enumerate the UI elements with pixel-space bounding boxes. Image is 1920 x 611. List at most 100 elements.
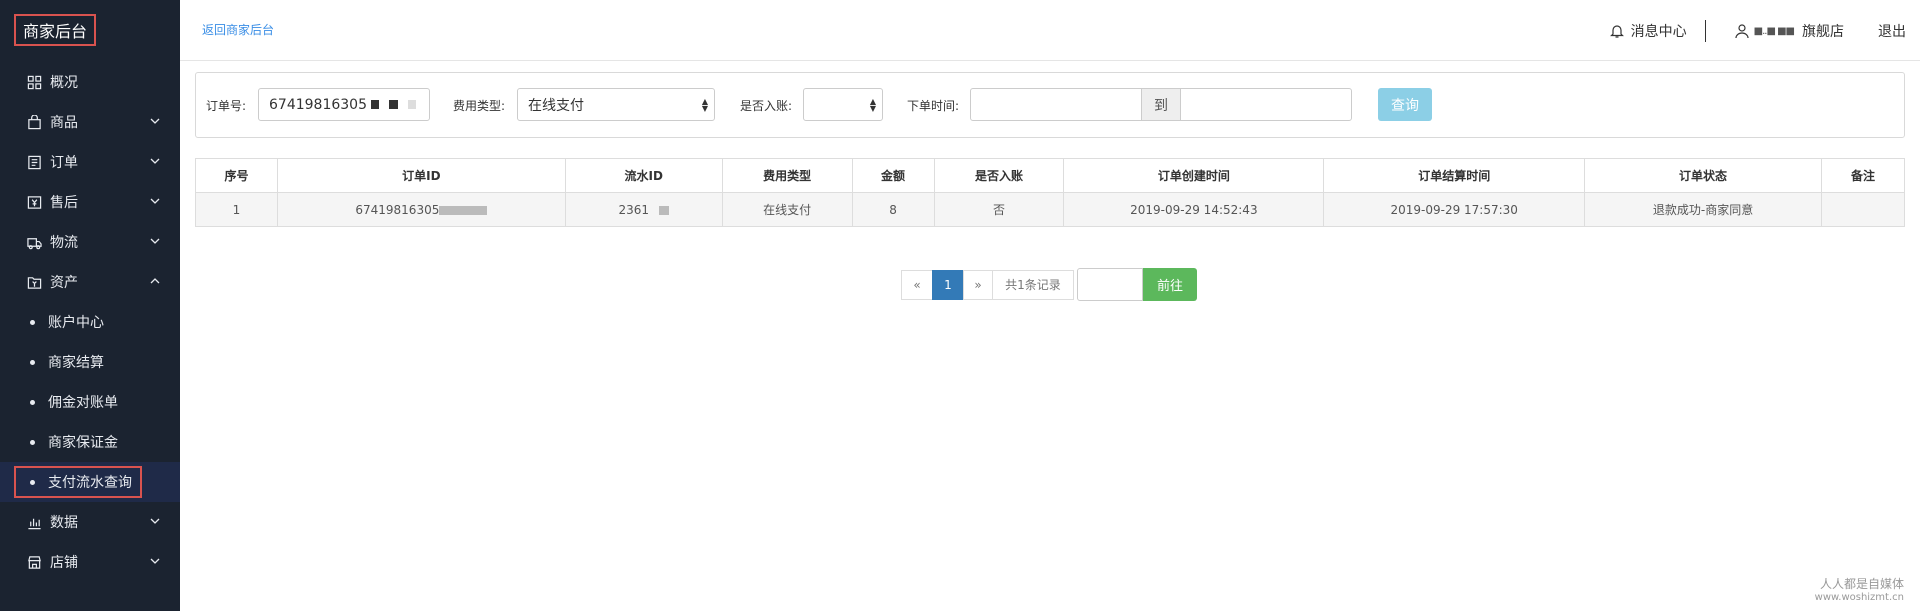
col-header-booked: 是否入账	[933, 158, 1065, 193]
table-header-row: 序号 订单ID 流水ID 费用类型 金额 是否入账 订单创建时间 订单结算时间 …	[195, 158, 1906, 193]
table-row: 1 67419816305 2361 在线支付 8 否 2019-09-29 1…	[195, 192, 1906, 227]
pagination: « 1 » 共1条记录 前往	[901, 268, 1197, 301]
col-header-index: 序号	[195, 158, 278, 193]
col-header-flow-id: 流水ID	[564, 158, 723, 193]
highlight-box	[14, 466, 142, 498]
cell-settled-time: 2019-09-29 17:57:30	[1323, 192, 1586, 227]
redacted-mark	[439, 205, 488, 215]
flow-id-text: 2361	[618, 202, 649, 217]
order-time-start-input[interactable]	[970, 88, 1142, 121]
sidebar-item-label: 订单	[50, 155, 78, 171]
yen-folder-icon	[26, 274, 42, 290]
sidebar-item-payment-flow[interactable]: 支付流水查询	[0, 462, 180, 502]
chevron-down-icon	[150, 158, 160, 164]
select-arrows-icon: ▲ ▼	[701, 97, 708, 113]
redacted-mark	[388, 100, 398, 109]
fee-type-label: 费用类型:	[453, 99, 506, 113]
sidebar-item-commission-statement[interactable]: 佣金对账单	[0, 382, 180, 422]
booked-label: 是否入账:	[740, 99, 793, 113]
total-records: 共1条记录	[992, 269, 1074, 300]
sidebar-item-label: 概况	[50, 75, 78, 91]
store-icon	[26, 554, 42, 570]
cell-booked: 否	[933, 192, 1065, 227]
sidebar-item-label: 售后	[50, 195, 78, 211]
sidebar-item-label: 资产	[50, 275, 78, 291]
col-header-settled-time: 订单结算时间	[1323, 158, 1586, 193]
user-icon	[1735, 24, 1749, 39]
bullet-icon	[30, 319, 35, 325]
chevron-down-icon	[150, 238, 160, 244]
sidebar-item-label: 商家保证金	[48, 435, 118, 451]
chevron-down-icon	[150, 118, 160, 124]
sidebar-item-store[interactable]: 店铺	[0, 542, 180, 582]
col-header-order-id: 订单ID	[276, 158, 566, 193]
payment-flow-table: 序号 订单ID 流水ID 费用类型 金额 是否入账 订单创建时间 订单结算时间 …	[195, 158, 1906, 227]
fee-type-value: 在线支付	[528, 97, 584, 114]
sidebar-item-label: 佣金对账单	[48, 395, 118, 411]
message-center-link[interactable]: 消息中心	[1631, 21, 1687, 41]
select-arrows-icon: ▲ ▼	[869, 97, 876, 113]
cell-created-time: 2019-09-29 14:52:43	[1063, 192, 1325, 227]
col-header-remark: 备注	[1820, 158, 1906, 193]
sidebar-item-label: 商品	[50, 115, 78, 131]
sidebar-item-data[interactable]: 数据	[0, 502, 180, 542]
sidebar-item-overview[interactable]: 概况	[0, 62, 180, 102]
sidebar-item-label: 商家结算	[48, 355, 104, 371]
sidebar-item-goods[interactable]: 商品	[0, 102, 180, 142]
divider	[1704, 20, 1706, 42]
watermark: 人人都是自媒体 www.woshizmt.cn	[1815, 575, 1904, 603]
goto-page-button[interactable]: 前往	[1143, 268, 1197, 301]
fee-type-select[interactable]: 在线支付 ▲ ▼	[517, 88, 715, 121]
list-icon	[26, 154, 42, 170]
redacted-mark	[370, 100, 379, 109]
sidebar-item-merchant-settlement[interactable]: 商家结算	[0, 342, 180, 382]
logout-link[interactable]: 退出	[1878, 21, 1906, 41]
sidebar-item-logistics[interactable]: 物流	[0, 222, 180, 262]
back-to-dashboard-link[interactable]: 返回商家后台	[202, 21, 274, 38]
sidebar-item-deposit[interactable]: 商家保证金	[0, 422, 180, 462]
bullet-icon	[30, 359, 35, 365]
sidebar: 商家后台 概况 商品 订单 售后 物流 资产 账户中心 商家结算 佣金对账单 商…	[0, 0, 180, 611]
watermark-line2: www.woshizmt.cn	[1814, 592, 1904, 603]
cell-remark	[1820, 192, 1906, 227]
chevron-down-icon	[150, 198, 160, 204]
col-header-amount: 金额	[851, 158, 935, 193]
sidebar-item-orders[interactable]: 订单	[0, 142, 180, 182]
prev-page-button[interactable]: «	[901, 269, 933, 300]
bag-icon	[26, 114, 42, 130]
sidebar-item-assets[interactable]: 资产	[0, 262, 180, 302]
bar-chart-icon	[26, 514, 42, 530]
booked-select[interactable]: ▲ ▼	[803, 88, 883, 121]
truck-icon	[26, 234, 42, 250]
cell-flow-id: 2361	[564, 192, 723, 227]
order-no-value: 67419816305	[269, 96, 367, 113]
query-button[interactable]: 查询	[1378, 88, 1432, 121]
chevron-down-icon	[150, 518, 160, 524]
store-name[interactable]: 旗舰店	[1802, 21, 1844, 41]
next-page-button[interactable]: »	[963, 269, 993, 300]
col-header-order-status: 订单状态	[1584, 158, 1822, 193]
sidebar-item-aftersale[interactable]: 售后	[0, 182, 180, 222]
order-no-label: 订单号:	[206, 99, 247, 113]
redacted-mark	[407, 100, 416, 109]
redacted-mark	[659, 205, 669, 215]
order-time-end-input[interactable]	[1180, 88, 1352, 121]
page-1-button[interactable]: 1	[932, 269, 964, 300]
yen-box-icon	[26, 194, 42, 210]
sidebar-item-label: 数据	[50, 515, 78, 531]
grid-icon	[26, 74, 42, 90]
order-no-input[interactable]: 67419816305	[258, 88, 430, 121]
chevron-up-icon	[150, 278, 160, 284]
bell-icon[interactable]	[1609, 23, 1625, 39]
filter-panel: 订单号: 67419816305 费用类型: 在线支付 ▲ ▼ 是否入账: ▲ ▼ …	[195, 72, 1905, 138]
store-name-mask: ■..■ ■■	[1753, 25, 1795, 37]
order-id-text: 67419816305	[355, 202, 440, 217]
sidebar-item-label: 店铺	[50, 555, 78, 571]
order-time-label: 下单时间:	[907, 99, 960, 113]
sidebar-item-account-center[interactable]: 账户中心	[0, 302, 180, 342]
col-header-fee-type: 费用类型	[721, 158, 853, 193]
bullet-icon	[30, 399, 35, 405]
top-bar: 返回商家后台 消息中心 ■..■ ■■ 旗舰店 退出	[180, 0, 1920, 61]
goto-page-input[interactable]	[1077, 268, 1143, 301]
watermark-line1: 人人都是自媒体	[1819, 577, 1904, 591]
